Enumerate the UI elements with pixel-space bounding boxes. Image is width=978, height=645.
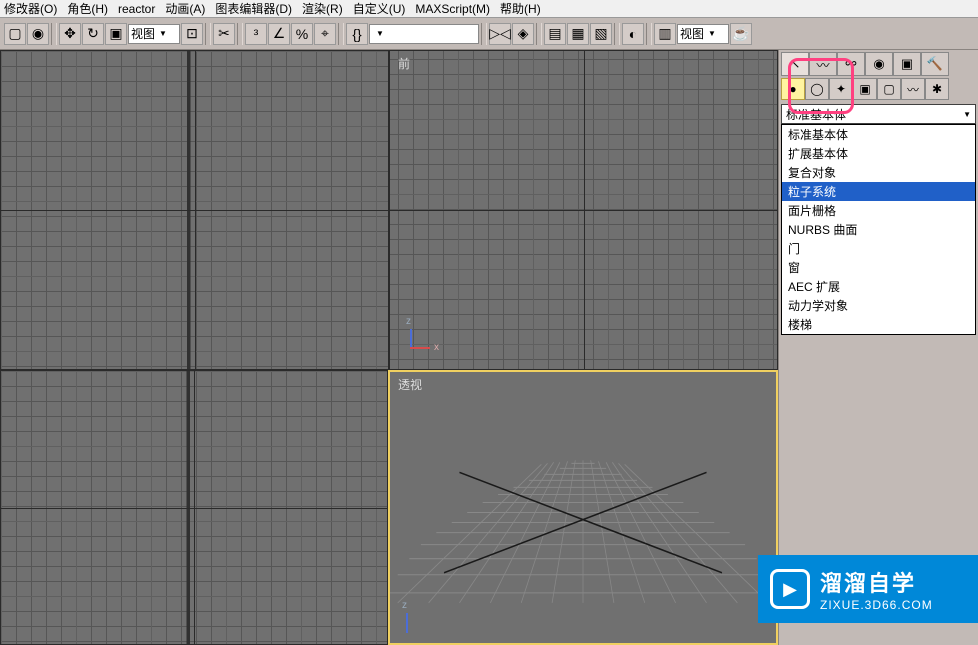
- menu-graph-editor[interactable]: 图表编辑器(D): [215, 0, 292, 17]
- viewport-label-front: 前: [398, 55, 410, 72]
- panel-tabs: ↖ 〰 ⚯ ◉ ▣ 🔨: [781, 52, 976, 76]
- create-tab[interactable]: ↖: [781, 52, 809, 76]
- menu-reactor[interactable]: reactor: [118, 2, 155, 16]
- opt-windows[interactable]: 窗: [782, 258, 975, 277]
- viewport-perspective[interactable]: 透视 z: [388, 370, 778, 645]
- axis-gizmo-persp-icon: z: [400, 599, 440, 639]
- lights-button[interactable]: ✦: [829, 78, 853, 100]
- category-dropdown-value[interactable]: 标准基本体: [781, 104, 976, 124]
- align-button[interactable]: ◈: [512, 23, 534, 45]
- systems-button[interactable]: ✱: [925, 78, 949, 100]
- viewport-front[interactable]: 前 z x: [389, 50, 778, 370]
- named-selection-button[interactable]: {}: [346, 23, 368, 45]
- opt-extended-primitives[interactable]: 扩展基本体: [782, 144, 975, 163]
- opt-stairs[interactable]: 楼梯: [782, 315, 975, 334]
- axis-gizmo-icon: z x: [404, 315, 444, 355]
- shapes-button[interactable]: ◯: [805, 78, 829, 100]
- display-tab[interactable]: ▣: [893, 52, 921, 76]
- watermark-title: 溜溜自学: [820, 566, 933, 598]
- viewport-label-perspective: 透视: [398, 376, 422, 393]
- menu-role[interactable]: 角色(H): [67, 0, 108, 17]
- category-dropdown[interactable]: 标准基本体 标准基本体 扩展基本体 复合对象 粒子系统 面片栅格 NURBS 曲…: [781, 104, 976, 124]
- menu-help[interactable]: 帮助(H): [500, 0, 541, 17]
- material-editor-button[interactable]: ◐: [622, 23, 644, 45]
- utilities-tab[interactable]: 🔨: [921, 52, 949, 76]
- opt-dynamics[interactable]: 动力学对象: [782, 296, 975, 315]
- opt-patch-grids[interactable]: 面片栅格: [782, 201, 975, 220]
- menu-modifier[interactable]: 修改器(O): [4, 0, 57, 17]
- create-subcategories: ● ◯ ✦ ▣ ▢ 〰 ✱: [781, 78, 976, 100]
- ref-coord-combo[interactable]: 视图: [128, 24, 180, 44]
- select-region-button[interactable]: ▢: [4, 23, 26, 45]
- opt-standard-primitives[interactable]: 标准基本体: [782, 125, 975, 144]
- move-button[interactable]: ✥: [59, 23, 81, 45]
- quick-render-button[interactable]: ☕: [730, 23, 752, 45]
- helpers-button[interactable]: ▢: [877, 78, 901, 100]
- opt-particle-systems[interactable]: 粒子系统: [782, 182, 975, 201]
- modify-tab[interactable]: 〰: [809, 52, 837, 76]
- viewport-top-left[interactable]: [0, 50, 389, 370]
- opt-aec-extended[interactable]: AEC 扩展: [782, 277, 975, 296]
- select-manipulate-button[interactable]: ✂: [213, 23, 235, 45]
- hierarchy-tab[interactable]: ⚯: [837, 52, 865, 76]
- schematic-view-button[interactable]: ▧: [590, 23, 612, 45]
- scale-button[interactable]: ▣: [105, 23, 127, 45]
- layer-manager-button[interactable]: ▤: [544, 23, 566, 45]
- opt-doors[interactable]: 门: [782, 239, 975, 258]
- cameras-button[interactable]: ▣: [853, 78, 877, 100]
- curve-editor-button[interactable]: ▦: [567, 23, 589, 45]
- percent-snap-button[interactable]: %: [291, 23, 313, 45]
- menu-customize[interactable]: 自定义(U): [353, 0, 406, 17]
- watermark: ▶ 溜溜自学 ZIXUE.3D66.COM: [758, 555, 978, 623]
- viewport-area: 前 z x: [0, 50, 778, 645]
- menu-bar: 修改器(O) 角色(H) reactor 动画(A) 图表编辑器(D) 渲染(R…: [0, 0, 978, 18]
- opt-nurbs[interactable]: NURBS 曲面: [782, 220, 975, 239]
- main-toolbar: ▢ ◉ ✥ ↻ ▣ 视图 ⊡ ✂ ³ ∠ % ⌖ {} ▷◁ ◈ ▤ ▦ ▧ ◐…: [0, 18, 978, 50]
- spinner-snap-button[interactable]: ⌖: [314, 23, 336, 45]
- play-icon: ▶: [770, 569, 810, 609]
- angle-snap-button[interactable]: ∠: [268, 23, 290, 45]
- watermark-url: ZIXUE.3D66.COM: [820, 598, 933, 612]
- menu-maxscript[interactable]: MAXScript(M): [415, 2, 490, 16]
- menu-render[interactable]: 渲染(R): [302, 0, 343, 17]
- category-dropdown-list: 标准基本体 扩展基本体 复合对象 粒子系统 面片栅格 NURBS 曲面 门 窗 …: [781, 124, 976, 335]
- named-selection-combo[interactable]: [369, 24, 479, 44]
- menu-animation[interactable]: 动画(A): [165, 0, 205, 17]
- rotate-button[interactable]: ↻: [82, 23, 104, 45]
- spacewarps-button[interactable]: 〰: [901, 78, 925, 100]
- motion-tab[interactable]: ◉: [865, 52, 893, 76]
- mirror-button[interactable]: ▷◁: [489, 23, 511, 45]
- render-view-combo[interactable]: 视图: [677, 24, 729, 44]
- geometry-button[interactable]: ●: [781, 78, 805, 100]
- select-all-button[interactable]: ◉: [27, 23, 49, 45]
- snap-toggle-button[interactable]: ³: [245, 23, 267, 45]
- viewport-bottom-left[interactable]: [0, 370, 388, 645]
- render-scene-button[interactable]: ▥: [654, 23, 676, 45]
- opt-compound-objects[interactable]: 复合对象: [782, 163, 975, 182]
- pivot-button[interactable]: ⊡: [181, 23, 203, 45]
